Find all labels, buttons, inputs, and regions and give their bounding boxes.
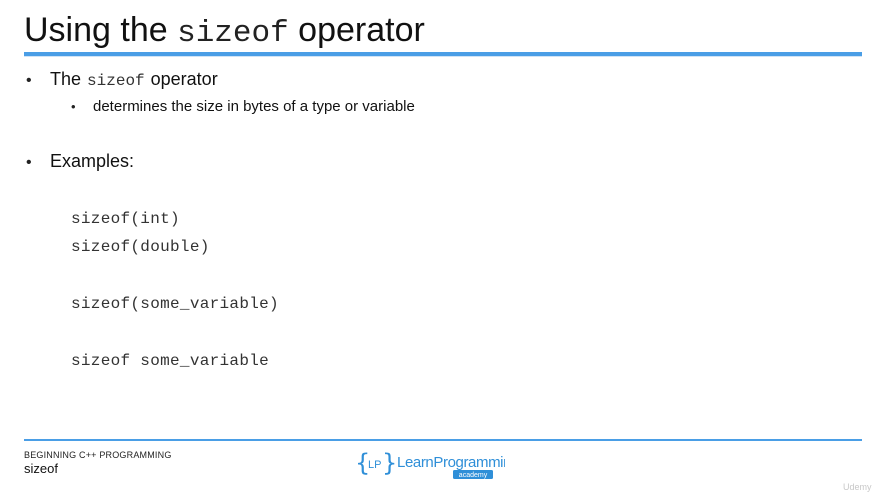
bullet-suffix: operator [150,69,218,89]
bullet-dot: • [26,72,32,89]
logo-wordmark: LearnProgramming [397,454,505,471]
bullet-sizeof-operator: • The sizeof operator [26,69,218,90]
slide-title: Using the sizeof operator [24,8,425,56]
bullet-examples-text: Examples: [50,151,135,171]
bullet-code: sizeof [87,72,145,90]
title-suffix: operator [298,11,425,49]
bullet-prefix: The [50,69,82,89]
footer-divider [24,439,862,441]
footer-topic: sizeof [24,461,58,476]
learnprogramming-logo: { LP } LearnProgramming academy [355,449,505,479]
logo-mark: LP [368,459,381,471]
code-example: sizeof(double) [71,238,210,256]
sub-bullet-description: • determines the size in bytes of a type… [71,98,415,115]
bullet-dot: • [71,99,76,114]
slide: Using the sizeof operator • The sizeof o… [0,0,882,498]
bullet-dot: • [26,154,32,171]
title-underline-shadow [24,56,862,57]
logo-brace-right: } [382,449,397,477]
footer-course-title: BEGINNING C++ PROGRAMMING [24,450,172,460]
title-code: sizeof [177,16,289,51]
title-prefix: Using the [24,11,168,49]
logo-academy-text: academy [459,472,488,479]
code-example: sizeof(some_variable) [71,295,279,313]
sub-bullet-text: determines the size in bytes of a type o… [93,98,415,115]
code-example: sizeof(int) [71,210,180,228]
udemy-watermark: Udemy [843,482,872,492]
bullet-examples: • Examples: [26,151,134,172]
code-example: sizeof some_variable [71,352,270,370]
